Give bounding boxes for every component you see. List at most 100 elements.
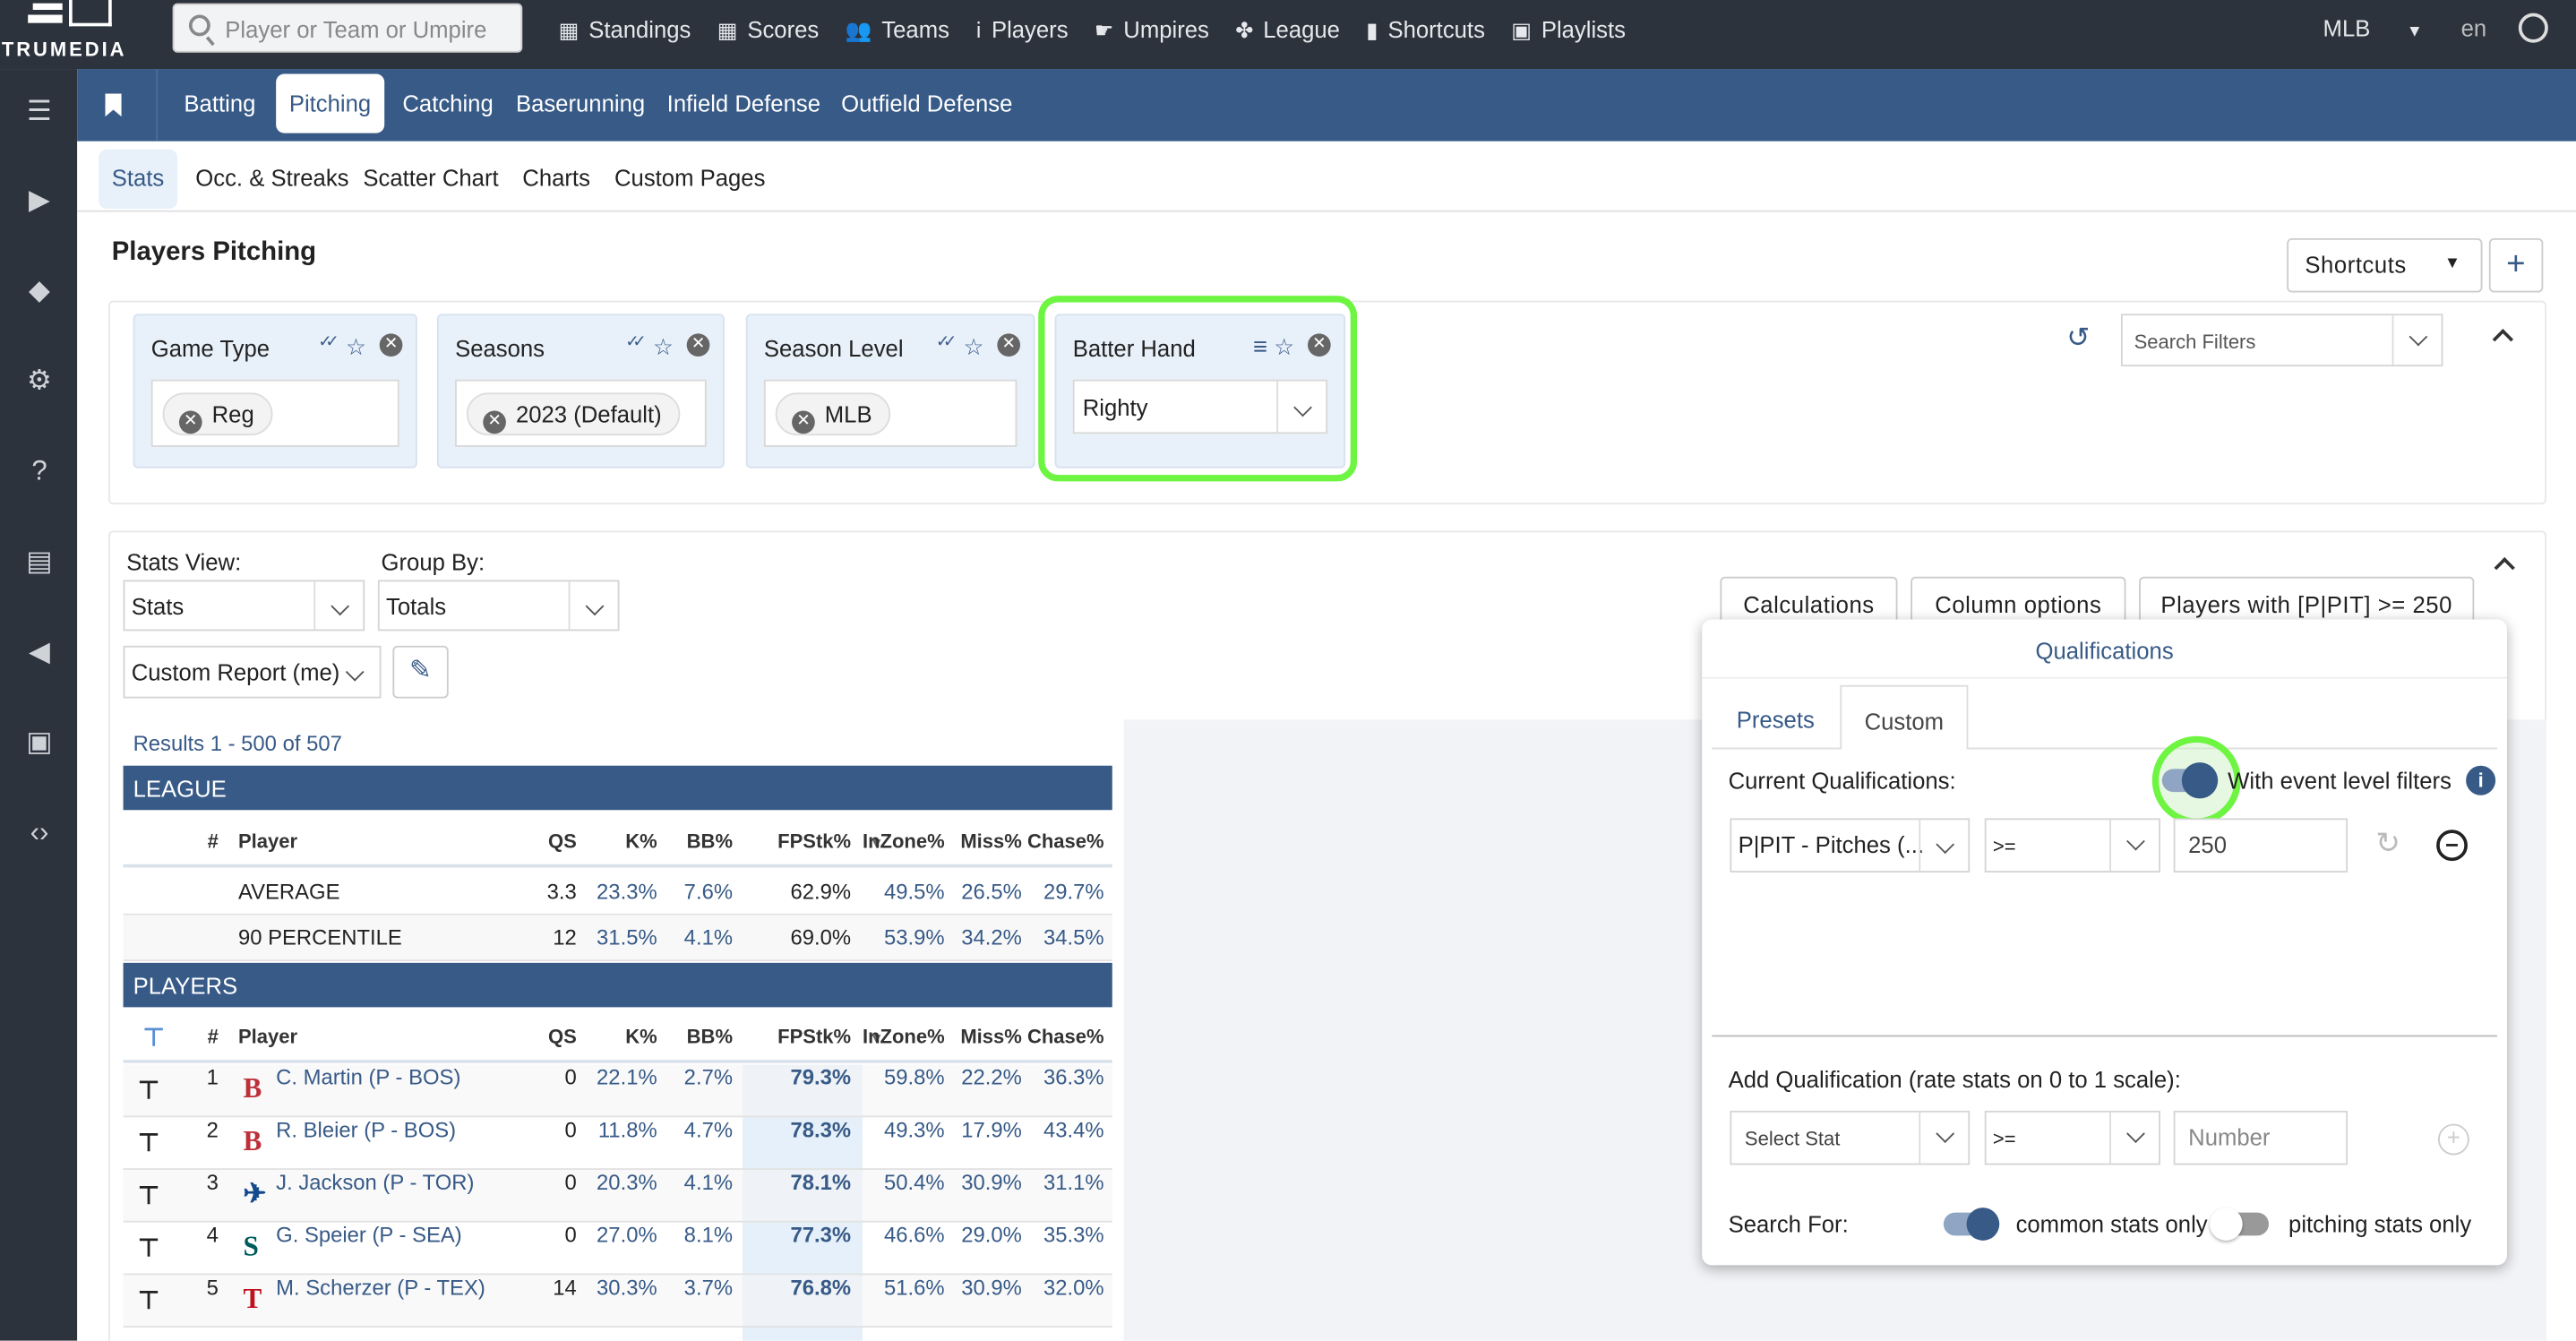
pin-icon[interactable]: ⊥ xyxy=(138,1233,159,1262)
column-header[interactable]: Miss% xyxy=(960,830,1022,853)
column-header[interactable]: BB% xyxy=(687,1026,733,1049)
pin-icon[interactable]: ⊥ xyxy=(138,1075,159,1105)
star-icon[interactable]: ☆ xyxy=(964,333,984,361)
shortcuts-dropdown[interactable]: Shortcuts ▼ xyxy=(2287,237,2483,293)
filter-chip[interactable]: ✕ 2023 (Default) xyxy=(466,392,680,436)
subtab-stats[interactable]: Stats xyxy=(99,149,177,209)
book-icon[interactable]: ▤ xyxy=(20,546,59,579)
player-name[interactable]: R. Bleier (P - BOS) xyxy=(276,1117,456,1142)
column-header[interactable]: BB% xyxy=(687,830,733,853)
tab-baserunning[interactable]: Baserunning xyxy=(516,90,645,116)
filter-chip[interactable]: ✕ Reg xyxy=(162,392,272,436)
column-header[interactable]: FPStk% xyxy=(777,830,851,853)
remove-filter-icon[interactable]: ✕ xyxy=(686,333,710,357)
column-header[interactable]: InZone% xyxy=(863,1026,945,1049)
user-account-icon[interactable] xyxy=(2518,13,2548,43)
remove-chip-icon[interactable]: ✕ xyxy=(178,410,202,434)
column-header[interactable]: # xyxy=(208,830,219,853)
star-icon[interactable]: ☆ xyxy=(653,333,674,361)
column-header[interactable]: Chase% xyxy=(1027,1026,1104,1049)
column-header[interactable]: K% xyxy=(625,1026,657,1049)
column-header[interactable]: K% xyxy=(625,830,657,853)
column-header[interactable]: # xyxy=(208,1026,219,1049)
nav-playlists[interactable]: ▣ Playlists xyxy=(1511,16,1626,44)
remove-filter-icon[interactable]: ✕ xyxy=(379,333,403,357)
nav-scores[interactable]: ▦ Scores xyxy=(717,16,819,44)
player-name[interactable]: M. Scherzer (P - TEX) xyxy=(276,1275,485,1300)
qualification-operator-select[interactable]: >= xyxy=(1984,818,2160,873)
number-input[interactable]: Number xyxy=(2173,1110,2348,1165)
star-icon[interactable]: ☆ xyxy=(346,333,366,361)
add-qualification-icon[interactable]: + xyxy=(2437,1123,2469,1156)
pin-icon[interactable]: ⊥ xyxy=(138,1285,159,1314)
pin-icon[interactable]: ⊥ xyxy=(143,1022,165,1052)
bookmark-icon[interactable] xyxy=(105,93,122,117)
player-name[interactable]: C. Martin (P - BOS) xyxy=(276,1065,460,1090)
qualification-stat-select[interactable]: P|PIT - Pitches (... xyxy=(1730,818,1971,873)
add-operator-select[interactable]: >= xyxy=(1984,1110,2160,1165)
subtab-occ-streaks[interactable]: Occ. & Streaks xyxy=(195,164,348,190)
trumedia-logo[interactable]: TRUMEDIA xyxy=(0,0,142,69)
filter-value-box[interactable]: ✕ Reg xyxy=(150,379,399,447)
video-icon[interactable]: ▶ xyxy=(20,184,59,217)
filter-icon[interactable]: ☰ xyxy=(20,95,59,128)
image-icon[interactable]: ▣ xyxy=(20,726,59,760)
cards-icon[interactable]: ◆ xyxy=(20,274,59,307)
tab-presets[interactable]: Presets xyxy=(1737,707,1815,733)
nav-shortcuts[interactable]: ▮ Shortcuts xyxy=(1366,16,1485,44)
nav-players[interactable]: ⅰ Players xyxy=(975,16,1068,44)
nav-teams[interactable]: 👥 Teams xyxy=(846,16,949,44)
remove-qualification-icon[interactable]: − xyxy=(2436,830,2468,862)
custom-report-select[interactable]: Custom Report (me) xyxy=(123,645,382,699)
qualification-value-input[interactable]: 250 xyxy=(2173,818,2348,873)
tab-batting[interactable]: Batting xyxy=(184,90,255,116)
league-select[interactable]: MLB ▼ xyxy=(2323,15,2423,41)
subtab-scatter-chart[interactable]: Scatter Chart xyxy=(363,164,498,190)
stats-view-select[interactable]: Stats xyxy=(123,580,365,632)
multi-check-icon[interactable]: ✓✓ xyxy=(625,333,646,361)
add-button[interactable]: + xyxy=(2488,237,2544,293)
multi-check-icon[interactable]: ✓✓ xyxy=(318,333,339,361)
filter-value-box[interactable]: ✕ 2023 (Default) xyxy=(455,379,707,447)
edit-report-button[interactable]: ✎ xyxy=(392,645,449,699)
column-header[interactable]: QS xyxy=(548,830,577,853)
tab-infield-defense[interactable]: Infield Defense xyxy=(667,90,820,116)
subtab-charts[interactable]: Charts xyxy=(522,164,590,190)
history-icon[interactable]: ↺ xyxy=(2066,322,2090,356)
group-by-select[interactable]: Totals xyxy=(377,580,620,632)
pin-icon[interactable]: ⊥ xyxy=(138,1127,159,1156)
help-icon[interactable]: ? xyxy=(20,455,59,488)
select-stat-dropdown[interactable]: Select Stat xyxy=(1730,1110,1971,1165)
tab-catching[interactable]: Catching xyxy=(402,90,493,116)
multi-check-icon[interactable]: ✓✓ xyxy=(936,333,957,361)
event-filters-toggle[interactable] xyxy=(2161,762,2219,799)
subtab-custom-pages[interactable]: Custom Pages xyxy=(614,164,765,190)
filter-chip[interactable]: ✕ MLB xyxy=(775,392,890,436)
tab-pitching[interactable]: Pitching xyxy=(276,73,384,133)
reset-icon[interactable]: ↻ xyxy=(2375,827,2400,862)
remove-chip-icon[interactable]: ✕ xyxy=(483,410,506,434)
column-header-player[interactable]: Player xyxy=(238,830,297,853)
nav-standings[interactable]: ▦ Standings xyxy=(559,16,691,44)
gear-icon[interactable]: ⚙ xyxy=(20,365,59,398)
global-search-input[interactable]: Player or Team or Umpire xyxy=(172,3,523,53)
nav-umpires[interactable]: ☛ Umpires xyxy=(1095,16,1209,44)
player-name[interactable]: J. Jackson (P - TOR) xyxy=(276,1170,474,1195)
code-icon[interactable]: ‹› xyxy=(20,817,59,850)
language-select[interactable]: en xyxy=(2461,15,2487,41)
tab-outfield-defense[interactable]: Outfield Defense xyxy=(841,90,1012,116)
common-stats-toggle[interactable] xyxy=(1943,1208,2000,1241)
filter-value-box[interactable]: ✕ MLB xyxy=(763,379,1018,447)
player-name[interactable]: G. Speier (P - SEA) xyxy=(276,1223,462,1248)
nav-league[interactable]: ✤ League xyxy=(1235,16,1340,44)
info-icon[interactable]: i xyxy=(2466,765,2496,795)
pitching-stats-toggle[interactable] xyxy=(2209,1208,2270,1241)
column-header-player[interactable]: Player xyxy=(238,1026,297,1049)
column-header[interactable]: QS xyxy=(548,1026,577,1049)
search-filters-select[interactable]: Search Filters xyxy=(2120,314,2443,367)
remove-filter-icon[interactable]: ✕ xyxy=(997,333,1021,357)
remove-chip-icon[interactable]: ✕ xyxy=(792,410,815,434)
megaphone-icon[interactable]: ◀ xyxy=(20,636,59,669)
tab-custom[interactable]: Custom xyxy=(1840,684,1969,750)
pin-icon[interactable]: ⊥ xyxy=(138,1180,159,1209)
